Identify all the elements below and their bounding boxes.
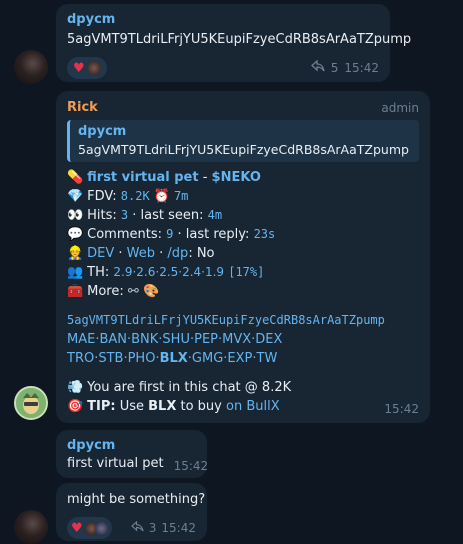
- toolbox-icon: 🧰: [67, 284, 84, 299]
- first-text: You are first in this chat @ 8.2K: [87, 380, 292, 395]
- message-sender[interactable]: Rick: [67, 99, 98, 116]
- message-bubble-rick[interactable]: Rick admin dpycm 5agVMT9TLdriLFrjYU5KEup…: [56, 91, 430, 423]
- more-label: More:: [87, 284, 124, 299]
- message-text: might be something?: [67, 492, 206, 507]
- message-text: first virtual pet: [67, 456, 164, 471]
- hits-row: 👀 Hits: 3 · last seen: 4m: [67, 206, 419, 225]
- avatar-dpycm-2[interactable]: [14, 510, 48, 544]
- reply-quote[interactable]: dpycm 5agVMT9TLdriLFrjYU5KEupiFzyeCdRB8s…: [67, 120, 419, 162]
- last-seen-label: · last seen:: [132, 208, 204, 223]
- eyes-icon: 👀: [67, 208, 84, 223]
- hits-value: 3: [120, 208, 129, 222]
- clock-icon: ⏰: [153, 189, 170, 204]
- last-seen-value: 4m: [207, 208, 223, 222]
- fdv-row: 💎 FDV: 8.2K ⏰ 7m: [67, 187, 419, 206]
- platform-links-a[interactable]: TRO·STB·PHO·: [67, 351, 160, 366]
- reaction-pill[interactable]: ♥: [67, 517, 112, 539]
- speech-bubble-icon: 💬: [67, 227, 84, 242]
- last-reply-label: · last reply:: [177, 227, 250, 242]
- message-bubble-3[interactable]: dpycm first virtual pet 15:42: [56, 430, 209, 478]
- dev-separator-1: ·: [114, 246, 127, 261]
- palette-icon[interactable]: 🎨: [143, 284, 159, 299]
- platform-links-row-1[interactable]: MAE·BAN·BNK·SHU·PEP·MVX·DEX: [67, 330, 419, 349]
- reactor-avatar-icon-2: [94, 521, 108, 535]
- reaction-pill[interactable]: ♥: [67, 57, 107, 79]
- th-values[interactable]: 2.9·2.6·2.5·2.4·1.9: [113, 265, 224, 279]
- heart-icon: ♥: [73, 60, 85, 76]
- dp-value: No: [196, 246, 215, 261]
- dev-separator-2: ·: [155, 246, 168, 261]
- dp-link[interactable]: /dp: [167, 246, 188, 261]
- forward-icon: [130, 520, 144, 536]
- comments-label: Comments:: [87, 227, 162, 242]
- comments-row: 💬 Comments: 9 · last reply: 23s: [67, 225, 419, 244]
- message-bubble-4[interactable]: might be something? ♥ 3 15:42: [56, 483, 207, 541]
- message-time: 15:42: [344, 61, 379, 75]
- rick-face-icon: [16, 388, 46, 418]
- quote-text: 5agVMT9TLdriLFrjYU5KEupiFzyeCdRB8sArAaTZ…: [78, 142, 409, 157]
- message-time: 15:42: [384, 402, 419, 416]
- dev-link[interactable]: DEV: [87, 246, 114, 261]
- more-row: 🧰 More: ⚯ 🎨: [67, 282, 419, 301]
- diamond-icon: 💎: [67, 189, 84, 204]
- reactor-avatar-icon: [86, 61, 101, 75]
- holders-row: 👥 TH: 2.9·2.6·2.5·2.4·1.9 [17%]: [67, 263, 419, 282]
- bullx-link[interactable]: on BullX: [226, 399, 280, 414]
- token-ticker[interactable]: $NEKO: [212, 170, 261, 185]
- message-text: 5agVMT9TLdriLFrjYU5KEupiFzyeCdRB8sArAaTZ…: [67, 32, 412, 47]
- avatar-dpycm-1[interactable]: [14, 50, 48, 84]
- tip-row: 🎯 TIP: Use BLX to buy on BullX: [67, 397, 280, 416]
- tip-blx: BLX: [148, 399, 177, 414]
- fdv-value: 8.2K: [120, 189, 150, 203]
- last-reply-value: 23s: [253, 227, 276, 241]
- comments-value: 9: [166, 227, 174, 241]
- message-sender[interactable]: dpycm: [67, 11, 379, 28]
- message-sender[interactable]: dpycm: [67, 437, 196, 454]
- forward-count: 5: [330, 61, 339, 75]
- th-total: [17%]: [228, 265, 265, 279]
- tip-label: TIP:: [87, 399, 116, 414]
- platform-links-row-2[interactable]: TRO·STB·PHO·BLX·GMG·EXP·TW: [67, 349, 419, 368]
- message-time: 15:42: [173, 459, 209, 473]
- forward-icon: [310, 59, 325, 76]
- message-bubble-1[interactable]: dpycm 5agVMT9TLdriLFrjYU5KEupiFzyeCdRB8s…: [56, 4, 412, 82]
- web-link[interactable]: Web: [127, 246, 155, 261]
- link-chain-icon[interactable]: ⚯: [128, 284, 139, 299]
- dash-cloud-icon: 💨: [67, 380, 84, 395]
- th-label: TH:: [87, 265, 110, 280]
- forward-count: 3: [148, 521, 157, 535]
- platform-blx[interactable]: BLX: [160, 351, 188, 366]
- contract-address[interactable]: 5agVMT9TLdriLFrjYU5KEupiFzyeCdRB8sArAaTZ…: [67, 311, 419, 330]
- heart-icon: ♥: [71, 520, 83, 536]
- developer-icon: 👷: [67, 246, 84, 261]
- fdv-age: 7m: [173, 189, 189, 203]
- quote-sender: dpycm: [78, 124, 127, 139]
- target-icon: 🎯: [67, 399, 84, 414]
- token-title-row: 💊 first virtual pet - $NEKO: [67, 170, 261, 185]
- message-time: 15:42: [161, 521, 196, 535]
- token-name-link[interactable]: first virtual pet: [87, 170, 198, 185]
- dev-row: 👷 DEV · Web · /dp: No: [67, 244, 419, 263]
- fdv-label: FDV:: [87, 189, 117, 204]
- avatar-rick[interactable]: [14, 386, 48, 420]
- people-icon: 👥: [67, 265, 84, 280]
- platform-links-c[interactable]: ·GMG·EXP·TW: [188, 351, 278, 366]
- pill-icon: 💊: [67, 170, 84, 185]
- dev-separator-3: :: [188, 246, 197, 261]
- admin-badge: admin: [381, 100, 419, 115]
- tip-text-b: to buy: [176, 399, 226, 414]
- first-in-chat-row: 💨 You are first in this chat @ 8.2K: [67, 378, 419, 397]
- hits-label: Hits:: [87, 208, 117, 223]
- tip-text-a: Use: [115, 399, 149, 414]
